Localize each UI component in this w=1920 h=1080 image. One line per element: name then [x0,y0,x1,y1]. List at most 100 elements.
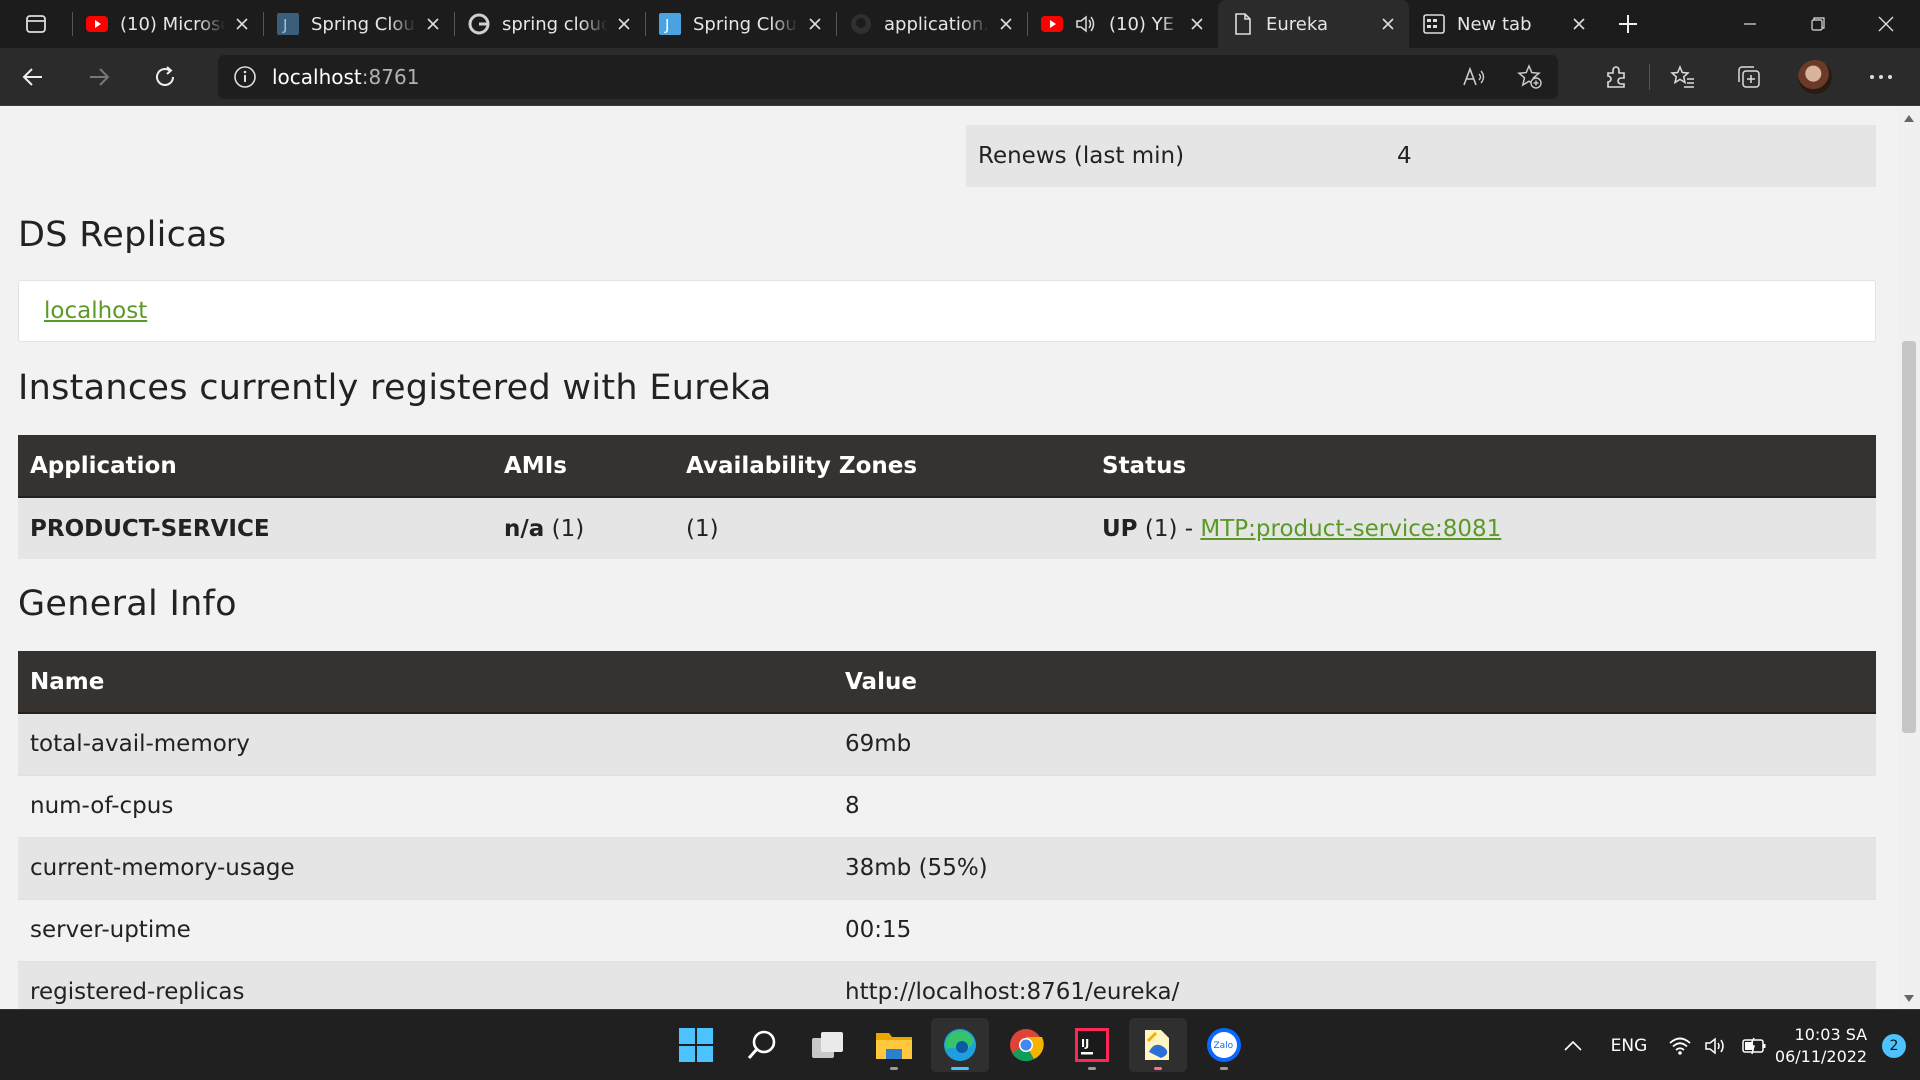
forward-arrow-icon [90,67,110,86]
show-hidden-icons-icon[interactable] [1550,1010,1596,1080]
scroll-down-icon[interactable] [1903,993,1915,1003]
site-info-icon[interactable] [218,65,272,89]
tab-title: application. [884,13,989,35]
profile-avatar[interactable] [1782,48,1848,106]
tab-close-icon[interactable] [231,13,253,35]
extensions-icon[interactable] [1583,48,1649,106]
tab-youtube-1[interactable]: (10) Microsoft [72,0,263,48]
ds-replica-link[interactable]: localhost [44,298,147,324]
forward-button[interactable] [66,48,132,106]
restore-button[interactable] [1784,0,1852,48]
zones-cell: (1) [686,515,719,542]
edge-button[interactable] [931,1018,989,1072]
general-info-title: General Info [18,584,237,624]
tab-close-icon[interactable] [995,13,1017,35]
tab-title: (10) YE [1109,13,1175,35]
column-header: Availability Zones [686,452,918,479]
tab-new-tab[interactable]: New tab [1409,0,1600,48]
tab-eureka[interactable]: Eureka [1218,0,1409,48]
instances-table: Application AMIs Availability Zones Stat… [18,435,1876,559]
tab-close-icon[interactable] [1186,13,1208,35]
url-text[interactable]: localhost:8761 [272,65,419,89]
tab-title: (10) Microsoft [120,13,225,35]
renews-label: Renews (last min) [978,143,1185,169]
instances-header-row: Application AMIs Availability Zones Stat… [18,435,1876,497]
address-bar[interactable]: localhost:8761 [218,55,1558,99]
chrome-button[interactable] [997,1018,1055,1072]
search-button[interactable] [733,1018,791,1072]
tab-strip: (10) Microsoft J Spring Cloud spring clo… [0,0,1920,48]
file-explorer-button[interactable] [865,1018,923,1072]
start-button[interactable] [667,1018,725,1072]
settings-menu-icon[interactable] [1848,48,1914,106]
close-window-button[interactable] [1852,0,1920,48]
search-icon [747,1030,776,1059]
general-info-table: Name Value total-avail-memory 69mb num-of… [18,651,1876,1009]
column-header: Name [30,668,105,695]
tab-youtube-2[interactable]: (10) YE [1027,0,1218,48]
running-indicator [890,1067,898,1070]
info-name: server-uptime [18,898,833,961]
page-scrollbar[interactable] [1898,107,1920,1009]
language-indicator[interactable]: ENG [1596,1010,1662,1080]
info-name: num-of-cpus [18,774,833,837]
toolbar-right [1583,48,1914,106]
tab-title: Eureka [1266,13,1328,35]
javadoc-icon: J [277,13,299,35]
clock[interactable]: 10:03 SA 06/11/2022 [1774,1010,1882,1080]
running-indicator [1088,1067,1096,1070]
battery-charging-icon[interactable] [1734,1010,1774,1080]
volume-icon[interactable] [1698,1010,1734,1080]
chrome-icon [1010,1029,1044,1062]
favorites-icon[interactable] [1650,48,1716,106]
info-name: total-avail-memory [30,731,250,758]
tab-close-icon[interactable] [613,13,635,35]
tab-title: spring cloud [502,13,607,35]
notification-badge[interactable]: 2 [1882,1033,1906,1058]
file-explorer-icon [876,1033,912,1059]
zalo-button[interactable]: Zalo [1195,1018,1253,1072]
back-arrow-icon [22,67,42,86]
ds-replicas-title: DS Replicas [18,215,227,255]
paint-icon [1145,1030,1169,1060]
start-icon [679,1028,713,1062]
svg-text:Zalo: Zalo [1214,1041,1234,1051]
tab-close-icon[interactable] [804,13,826,35]
tab-actions-icon [26,15,46,33]
read-aloud-icon[interactable] [1446,55,1502,99]
scroll-up-icon[interactable] [1903,113,1915,123]
tab-title: Spring Cloud [693,13,798,35]
tab-spring-cloud-1[interactable]: J Spring Cloud [263,0,454,48]
task-view-button[interactable] [799,1018,857,1072]
tab-close-icon[interactable] [1377,13,1399,35]
tab-google-search[interactable]: spring cloud [454,0,645,48]
zalo-icon: Zalo [1207,1028,1241,1062]
back-button[interactable] [0,48,66,106]
collections-icon[interactable] [1716,48,1782,106]
status-count: (1) - [1144,515,1194,542]
table-row: total-avail-memory 69mb [18,713,1876,775]
scrollbar-thumb[interactable] [1902,341,1916,733]
tab-close-icon[interactable] [422,13,444,35]
wifi-icon[interactable] [1662,1010,1698,1080]
amis-count: (1) [551,515,585,542]
google-icon [468,13,490,35]
info-name: registered-replicas [18,960,833,1009]
github-icon [850,13,872,35]
tab-close-icon[interactable] [1568,13,1590,35]
instance-link[interactable]: MTP:product-service:8081 [1200,516,1501,542]
paint-button[interactable] [1129,1018,1187,1072]
add-favorite-icon[interactable] [1502,55,1558,99]
speaker-icon[interactable] [1075,13,1097,35]
active-indicator [951,1067,969,1070]
refresh-button[interactable] [132,48,198,106]
table-row: current-memory-usage 38mb (55%) [18,836,1876,899]
tab-actions-button[interactable] [0,0,72,48]
new-tab-button[interactable] [1600,0,1656,48]
status-value: UP [1102,515,1138,542]
svg-text:IJ: IJ [1081,1037,1089,1050]
minimize-button[interactable] [1716,0,1784,48]
intellij-button[interactable]: IJ [1063,1018,1121,1072]
tab-spring-cloud-2[interactable]: J Spring Cloud [645,0,836,48]
tab-github-application[interactable]: application. [836,0,1027,48]
